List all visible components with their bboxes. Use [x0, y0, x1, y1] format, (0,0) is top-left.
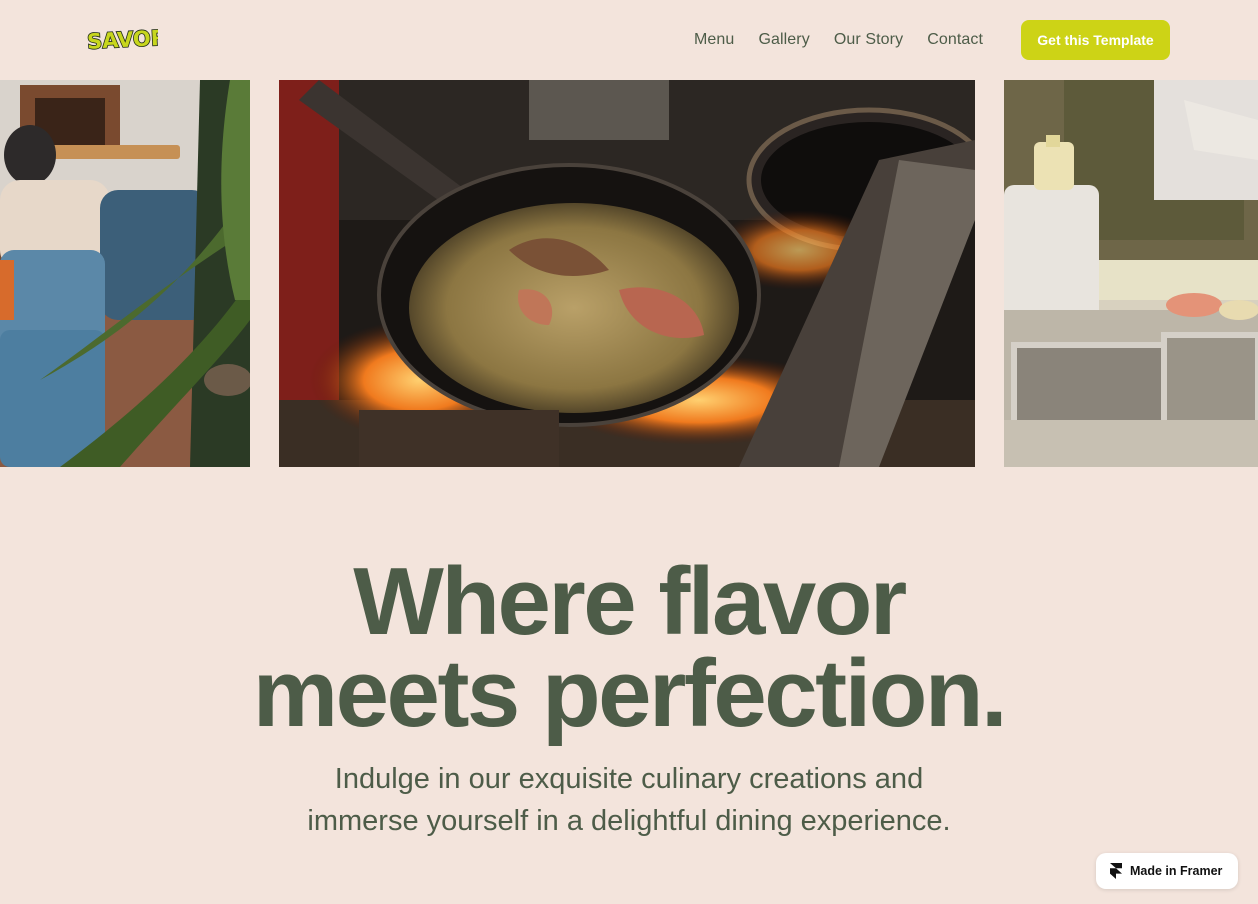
- logo-icon: SAVORA: [86, 24, 186, 55]
- framer-icon: [1110, 863, 1122, 879]
- gallery-image-dining-room: [0, 80, 250, 467]
- gallery-image-wok-cooking: [279, 80, 975, 467]
- brand-logo[interactable]: SAVORA: [86, 22, 186, 56]
- hero-subtitle: Indulge in our exquisite culinary creati…: [307, 763, 951, 837]
- gallery-strip: [0, 80, 1258, 467]
- hero-title-line-1: Where flavor: [353, 548, 907, 655]
- hero-title: Where flavor meets perfection.: [0, 548, 1258, 747]
- main-nav: Menu Gallery Our Story Contact: [694, 29, 1007, 51]
- nav-item-contact[interactable]: Contact: [927, 31, 983, 49]
- nav-item-menu[interactable]: Menu: [694, 31, 734, 49]
- nav-item-our-story[interactable]: Our Story: [834, 31, 903, 49]
- hero-title-line-2: meets perfection.: [252, 640, 1008, 747]
- badge-label: Made in Framer: [1130, 864, 1223, 878]
- gallery-image-kitchen-counter: [1004, 80, 1258, 467]
- site-header: SAVORA Menu Gallery Our Story Contact Ge…: [0, 0, 1258, 80]
- made-in-framer-badge[interactable]: Made in Framer: [1096, 853, 1238, 889]
- nav-item-gallery[interactable]: Gallery: [758, 31, 809, 49]
- logo-text: SAVORA: [86, 25, 158, 54]
- get-template-button[interactable]: Get this Template: [1021, 20, 1170, 60]
